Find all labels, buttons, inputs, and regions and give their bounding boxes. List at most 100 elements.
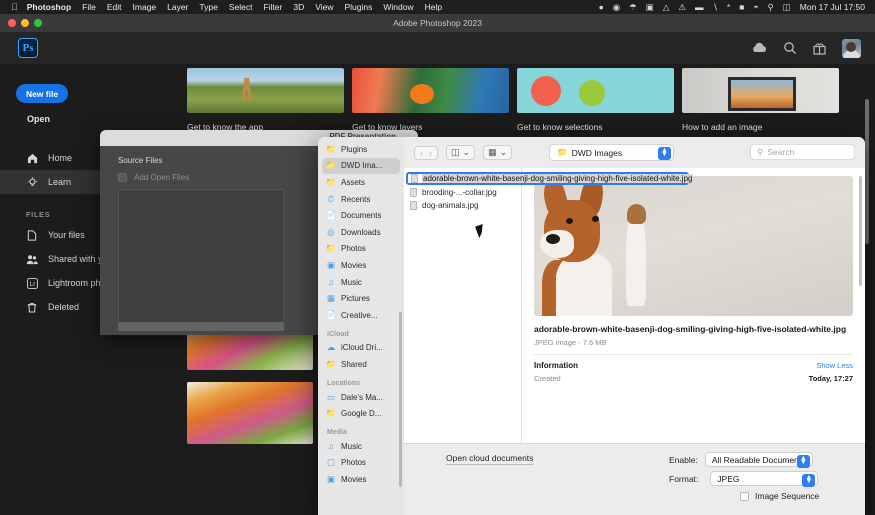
finder-sidebar-item-recents[interactable]: ⏱ Recents (318, 191, 404, 208)
finder-sidebar-label: DWD Ima... (341, 161, 383, 171)
menu-plugins[interactable]: Plugins (345, 2, 373, 12)
finder-sidebar-item-pictures[interactable]: ▦ Pictures (318, 290, 404, 307)
open-cloud-documents-button[interactable]: Open cloud documents (446, 453, 534, 465)
room-photo-thumbnail (682, 68, 839, 113)
image-sequence-label: Image Sequence (755, 491, 820, 501)
cloud-icon[interactable] (751, 42, 767, 54)
finder-nav-arrows[interactable]: ‹ › (414, 145, 438, 160)
format-select[interactable]: JPEG ▲ ▼ (710, 471, 819, 487)
menu-help[interactable]: Help (425, 2, 442, 12)
new-file-button[interactable]: New file (16, 84, 68, 103)
learn-card-layers[interactable]: Get to know layers (352, 68, 509, 132)
finder-sidebar-item-music[interactable]: ♫ Music (318, 274, 404, 291)
file-rename-input[interactable]: adorable-brown-white-basenji-dog-smiling… (406, 172, 694, 185)
menu-window[interactable]: Window (383, 2, 413, 12)
list-item-brooding[interactable]: brooding-...-collar.jpg (404, 186, 521, 200)
finder-sidebar-item-photos-folder[interactable]: 📁 Photos (318, 241, 404, 258)
menu-type[interactable]: Type (199, 2, 217, 12)
dropbox-icon[interactable]: △ (663, 2, 670, 13)
menu-view[interactable]: View (315, 2, 333, 12)
learn-card-selections[interactable]: Get to know selections (517, 68, 674, 132)
finder-sidebar-item-assets[interactable]: 📁 Assets (318, 174, 404, 191)
chevron-down-icon: ⌄ (499, 147, 508, 157)
menu-filter[interactable]: Filter (263, 2, 282, 12)
menu-image[interactable]: Image (133, 2, 157, 12)
avatar[interactable] (842, 38, 861, 58)
finder-sidebar-item-movies[interactable]: ▣ Movies (318, 257, 404, 274)
finder-sidebar-item-creative[interactable]: 📄 Creative... (318, 307, 404, 324)
finder-sidebar-item-google-drive[interactable]: 📁 Google D... (318, 405, 404, 422)
file-icon (411, 174, 418, 183)
menu-photoshop[interactable]: Photoshop (27, 2, 71, 12)
sidebar-item-deleted-label: Deleted (48, 302, 80, 312)
preview-scrollbar[interactable] (859, 176, 862, 286)
format-label: Format: (669, 473, 699, 484)
bluetooth-icon[interactable]: * (727, 2, 730, 12)
svg-text:Lr: Lr (29, 280, 36, 287)
menu-file[interactable]: File (82, 2, 96, 12)
add-open-files-checkbox[interactable] (118, 173, 127, 182)
menu-edit[interactable]: Edit (107, 2, 122, 12)
finder-sidebar-scrollbar[interactable] (399, 312, 402, 487)
source-files-listbox[interactable] (118, 189, 284, 329)
no-signal-icon[interactable]: ∖ (713, 2, 718, 13)
finder-sidebar-item-dwd-images[interactable]: 📁 DWD Ima... (322, 157, 400, 175)
group-by-button[interactable]: ▦ ⌄ (483, 145, 513, 160)
chevron-right-icon[interactable]: › (429, 148, 432, 158)
apple-logo-icon[interactable]:  (11, 2, 18, 12)
alert-icon[interactable]: ⚠ (678, 2, 686, 13)
image-sequence-row[interactable]: Image Sequence (740, 491, 819, 501)
control-center-icon[interactable]: ◫ (783, 2, 791, 13)
finder-sidebar-item-icloud-drive[interactable]: ☁ iCloud Dri... (318, 340, 404, 357)
source-files-horizontal-scrollbar[interactable] (118, 322, 284, 331)
open-button[interactable]: Open (27, 114, 176, 124)
battery-box-icon[interactable]: ▣ (646, 2, 654, 13)
airplay-icon[interactable]: ☂ (629, 2, 637, 13)
path-popup-button[interactable]: 📁 DWD Images ▲ ▼ (549, 144, 674, 161)
popup-stepper-icon[interactable]: ▲ ▼ (802, 473, 816, 487)
menu-layer[interactable]: Layer (167, 2, 188, 12)
content-scrollbar[interactable] (865, 99, 869, 244)
learn-card-add-image[interactable]: How to add an image (682, 68, 839, 132)
gallery-item[interactable] (187, 382, 313, 444)
wifi-icon[interactable]: ◓ (753, 2, 758, 12)
enable-select[interactable]: All Readable Documents ▲ ▼ (704, 452, 813, 468)
search-icon[interactable]: ⚲ (768, 2, 774, 13)
finder-sidebar-item-downloads[interactable]: ◎ Downloads (318, 224, 404, 241)
finder-sidebar-label: Plugins (341, 144, 368, 154)
finder-sidebar-item-shared[interactable]: 📁 Shared (318, 356, 404, 373)
gift-icon[interactable] (813, 42, 826, 55)
finder-preview-pane: adorable-brown-white-basenji-dog-smiling… (522, 168, 865, 443)
finder-columns: adorable-brown-white-basenji-dog-smiling… (404, 168, 865, 443)
menu-select[interactable]: Select (229, 2, 253, 12)
screen-share-icon[interactable]: ◉ (613, 2, 620, 13)
display-icon[interactable]: ▬ (695, 2, 704, 12)
finder-sidebar-item-dales-mac[interactable]: ▭ Dale's Ma... (318, 389, 404, 406)
popup-stepper-icon[interactable]: ▲ ▼ (658, 146, 671, 160)
enable-row: Enable: All Readable Documents ▲ ▼ (669, 452, 813, 468)
finder-sidebar-item-documents[interactable]: 📄 Documents (318, 207, 404, 224)
chevron-left-icon[interactable]: ‹ (420, 148, 423, 158)
finder-sidebar-item-media-photos[interactable]: ▢ Photos (318, 455, 404, 472)
menubar-clock[interactable]: Mon 17 Jul 17:50 (800, 2, 865, 12)
search-icon[interactable] (783, 41, 797, 55)
enable-value: All Readable Documents (711, 454, 806, 465)
show-less-link[interactable]: Show Less (816, 361, 853, 370)
created-label: Created (534, 374, 561, 384)
popup-stepper-icon[interactable]: ▲ ▼ (796, 454, 810, 468)
battery-icon[interactable]: ■ (739, 2, 744, 12)
finder-file-list: adorable-brown-white-basenji-dog-smiling… (404, 168, 694, 443)
finder-sidebar-item-media-movies[interactable]: ▣ Movies (318, 471, 404, 488)
list-item-dog-animals[interactable]: dog-animals.jpg (404, 199, 521, 213)
menu-3d[interactable]: 3D (293, 2, 304, 12)
finder-sidebar-item-plugins[interactable]: 📁 Plugins (318, 141, 404, 158)
image-sequence-checkbox[interactable] (740, 491, 749, 501)
dog-photo-part (566, 218, 573, 224)
finder-search-field[interactable]: ⚲ Search (750, 144, 855, 160)
view-mode-button[interactable]: ◫ ⌄ (446, 145, 476, 160)
dog-photo-part (546, 234, 560, 244)
finder-sidebar-item-media-music[interactable]: ♫ Music (318, 438, 404, 455)
mouse-cursor (475, 223, 487, 239)
record-icon[interactable]: ● (599, 2, 604, 12)
learn-card-app[interactable]: Get to know the app (187, 68, 344, 132)
